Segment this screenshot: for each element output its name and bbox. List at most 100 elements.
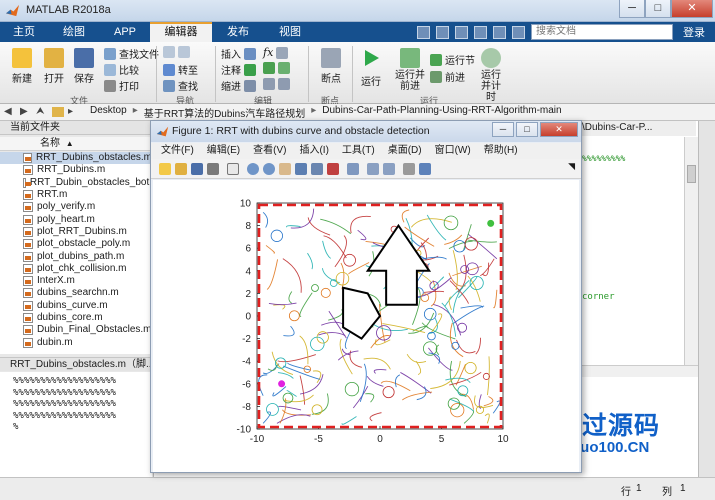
minimize-icon[interactable]: ─ [619,0,645,18]
menu-view[interactable]: 查看(V) [253,143,286,159]
save-button[interactable]: 保存 [70,48,98,85]
file-row[interactable]: plot_dubins_path.m [0,250,152,262]
new-button[interactable]: 新建 [8,48,36,85]
tab-publish[interactable]: 发布 [212,22,264,42]
column-header-name[interactable]: 名称 ▲ [0,137,152,151]
col-value: 1 [680,483,686,494]
toolbar-dock-icon[interactable]: ◥ [568,161,575,172]
nav-back-forward[interactable] [163,46,190,58]
pointer-icon[interactable] [227,163,239,175]
menu-window[interactable]: 窗口(W) [435,143,471,159]
menu-file[interactable]: 文件(F) [161,143,194,159]
breadcrumb-item-repo[interactable]: Dubins-Car-Path-Planning-Using-RRT-Algor… [322,105,561,120]
rotate-icon[interactable] [295,163,307,175]
maximize-icon[interactable]: □ [516,122,538,137]
tab-home[interactable]: 主页 [0,22,48,42]
data-cursor-icon[interactable] [311,163,323,175]
run-time-button[interactable]: 运行并计时 [476,48,506,103]
file-row[interactable]: plot_obstacle_poly.m [0,238,152,250]
y-tick-label: -4 [242,357,251,368]
search-input[interactable]: 搜索文档 [531,24,673,40]
undo-quick-icon[interactable] [474,25,487,39]
file-row[interactable]: dubins_curve.m [0,300,152,312]
breakpoints-button[interactable]: 断点 [316,48,346,85]
breadcrumb-item-project[interactable]: 基于RRT算法的Dubins汽车路径规划 [144,105,306,120]
brush-icon[interactable] [327,163,339,175]
comment-button[interactable]: 注释 [221,62,256,77]
run-advance-button[interactable]: 运行并前进 [392,48,428,92]
file-row[interactable]: RRT_Dubins_obstacles.m [0,152,152,165]
goto-button[interactable]: 转至 [163,62,198,77]
indent-tools[interactable] [263,78,290,90]
run-section-button[interactable]: 运行节 [430,52,475,67]
file-row[interactable]: dubins_searchn.m [0,287,152,299]
tab-plots[interactable]: 绘图 [48,22,100,42]
cut-quick-icon[interactable] [436,25,449,39]
tab-apps[interactable]: APP [100,22,150,42]
print-button[interactable]: 打印 [104,78,139,93]
compare-button[interactable]: 比较 [104,62,139,77]
file-name: RRT_Dubins.m [37,164,106,176]
scroll-thumb[interactable] [687,165,696,183]
browse-folder-icon[interactable] [52,107,64,117]
menu-tools[interactable]: 工具(T) [342,143,375,159]
find-button[interactable]: 查找 [163,78,198,93]
advance-button[interactable]: 前进 [430,69,465,84]
file-row[interactable]: RRT.m [0,189,152,201]
figure-window[interactable]: Figure 1: RRT with dubins curve and obst… [150,120,582,473]
back-icon[interactable]: ◀ [4,106,16,118]
save-icon[interactable] [191,163,203,175]
expand-icon[interactable]: ▸ [68,106,80,118]
menu-help[interactable]: 帮助(H) [484,143,518,159]
copy-quick-icon[interactable] [455,25,468,39]
open-icon[interactable] [175,163,187,175]
comment-tools[interactable] [263,62,290,74]
file-row[interactable]: RRT_Dubins.m [0,164,152,176]
file-row[interactable]: poly_heart.m [0,213,152,225]
close-icon[interactable]: ✕ [540,122,578,137]
tab-view[interactable]: 视图 [264,22,316,42]
file-row[interactable]: plot_chk_collision.m [0,263,152,275]
save-quick-icon[interactable] [417,25,430,39]
menu-desktop[interactable]: 桌面(D) [388,143,422,159]
show-plot-tools-icon[interactable] [419,163,431,175]
open-button[interactable]: 打开 [40,48,68,85]
run-button[interactable]: 运行 [356,48,386,88]
pan-icon[interactable] [279,163,291,175]
file-row[interactable]: RRT_Dubin_obstacles_bot. [0,177,152,189]
find-file-button[interactable]: 查找文件 [104,46,159,61]
editor-vertical-scrollbar[interactable] [684,137,698,365]
legend-icon[interactable] [383,163,395,175]
file-row[interactable]: dubins_core.m [0,312,152,324]
menu-edit[interactable]: 编辑(E) [207,143,240,159]
up-folder-icon[interactable]: ⮝ [36,106,48,118]
print-icon[interactable] [207,163,219,175]
zoom-out-icon[interactable] [263,163,275,175]
zoom-in-icon[interactable] [247,163,259,175]
editor-horizontal-scrollbar[interactable] [582,365,698,377]
percent-icon [263,62,275,74]
file-row[interactable]: poly_verify.m [0,201,152,213]
tab-editor[interactable]: 编辑器 [150,22,212,42]
file-row[interactable]: dubin.m [0,336,152,348]
redo-quick-icon[interactable] [493,25,506,39]
file-row[interactable]: Dubin_Final_Obstacles.m [0,324,152,336]
help-quick-icon[interactable] [512,25,525,39]
link-plot-icon[interactable] [347,163,359,175]
breadcrumb-item-desktop[interactable]: Desktop [90,105,127,120]
new-figure-icon[interactable] [159,163,171,175]
login-link[interactable]: 登录 [679,24,709,40]
close-icon[interactable]: ✕ [671,0,713,18]
maximize-icon[interactable]: □ [645,0,671,18]
file-row[interactable]: plot_RRT_Dubins.m [0,226,152,238]
fx-button[interactable]: fx [263,46,289,59]
menu-insert[interactable]: 插入(I) [299,143,328,159]
hide-plot-tools-icon[interactable] [403,163,415,175]
colorbar-icon[interactable] [367,163,379,175]
file-row[interactable]: InterX.m [0,275,152,287]
figure-titlebar[interactable]: Figure 1: RRT with dubins curve and obst… [151,121,581,142]
minimize-icon[interactable]: ─ [492,122,514,137]
indent-button[interactable]: 缩进 [221,78,256,93]
forward-icon[interactable]: ▶ [20,106,32,118]
insert-button[interactable]: 插入 [221,46,256,61]
